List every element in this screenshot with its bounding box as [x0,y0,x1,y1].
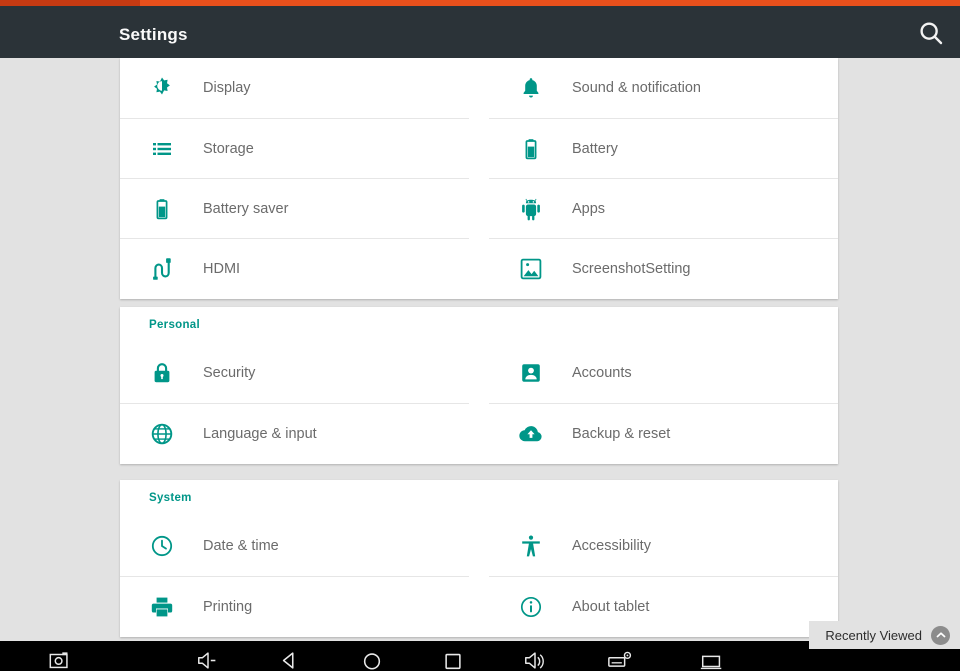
settings-row-label: Security [203,365,255,381]
settings-scroll-area[interactable]: Display Storage Battery saver HDMI Sound & n… [0,58,960,641]
printer-icon [150,595,174,619]
storage-list-icon [150,137,174,161]
battery-icon [519,137,543,161]
back-triangle-icon [279,650,301,671]
settings-row-label: HDMI [203,261,240,277]
progress-segment-right [140,0,960,6]
settings-row-label: Language & input [203,426,317,442]
bell-icon [519,76,543,100]
accessibility-icon [519,534,543,558]
settings-row-label: Date & time [203,538,279,554]
settings-card-personal: Personal Security Language & input Accounts… [120,307,838,464]
volume-down-icon [196,650,220,671]
settings-column-right: Accessibility About tablet [489,516,838,636]
globe-icon [150,422,174,446]
android-robot-icon [519,197,543,221]
page-title: Settings [119,25,188,45]
settings-row-label: Sound & notification [572,80,701,96]
settings-row-storage[interactable]: Storage [120,118,469,178]
settings-column-left: Date & time Printing [120,516,469,636]
nav-button-volume-down[interactable] [181,641,235,671]
settings-row-apps[interactable]: Apps [489,178,838,238]
nav-button-display[interactable] [685,641,739,671]
nav-button-screenshot[interactable] [33,641,87,671]
settings-column-right: Sound & notification Battery Apps Screensho… [489,58,838,298]
settings-row-label: Accessibility [572,538,651,554]
settings-row-label: Apps [572,201,605,217]
settings-row-screenshotsetting[interactable]: ScreenshotSetting [489,238,838,298]
settings-row-about-tablet[interactable]: About tablet [489,576,838,636]
settings-row-sound-notification[interactable]: Sound & notification [489,58,838,118]
nav-button-keyboard[interactable] [593,641,647,671]
settings-row-label: Battery saver [203,201,288,217]
settings-row-label: Display [203,80,251,96]
settings-row-display[interactable]: Display [120,58,469,118]
section-header-system: System [149,492,192,504]
display-monitor-icon [699,650,725,671]
settings-row-label: Accounts [572,365,632,381]
settings-row-security[interactable]: Security [120,343,469,403]
volume-up-icon [523,650,547,671]
info-circle-icon [519,595,543,619]
settings-row-label: Printing [203,599,252,615]
search-icon[interactable] [916,18,946,48]
settings-row-label: ScreenshotSetting [572,261,691,277]
battery-icon [150,197,174,221]
top-progress-bar [0,0,960,6]
nav-button-volume-up[interactable] [508,641,562,671]
settings-column-left: Display Storage Battery saver HDMI [120,58,469,298]
settings-row-date-time[interactable]: Date & time [120,516,469,576]
keyboard-settings-icon [607,650,633,671]
recents-square-icon [442,650,464,671]
settings-row-label: Battery [572,141,618,157]
settings-row-hdmi[interactable]: HDMI [120,238,469,298]
clock-icon [150,534,174,558]
settings-row-label: Storage [203,141,254,157]
left-gutter [0,58,120,641]
settings-row-label: Backup & reset [572,426,670,442]
screenshot-icon [48,650,72,671]
section-header-personal: Personal [149,319,200,331]
cloud-upload-icon [519,422,543,446]
settings-column-left: Security Language & input [120,343,469,463]
recently-viewed-label: Recently Viewed [825,628,922,643]
settings-row-backup-reset[interactable]: Backup & reset [489,403,838,463]
progress-segment-left [0,0,140,6]
recently-viewed-chip[interactable]: Recently Viewed [809,621,960,649]
image-picture-icon [519,257,543,281]
settings-row-label: About tablet [572,599,649,615]
settings-column-right: Accounts Backup & reset [489,343,838,463]
settings-row-accessibility[interactable]: Accessibility [489,516,838,576]
brightness-icon [150,76,174,100]
settings-row-language-input[interactable]: Language & input [120,403,469,463]
nav-button-back[interactable] [263,641,317,671]
settings-row-battery-saver[interactable]: Battery saver [120,178,469,238]
settings-row-printing[interactable]: Printing [120,576,469,636]
chevron-up-icon[interactable] [931,626,950,645]
settings-row-accounts[interactable]: Accounts [489,343,838,403]
nav-button-home[interactable] [345,641,399,671]
home-circle-icon [361,650,383,671]
app-bar: Settings [0,6,960,58]
nav-button-recents[interactable] [426,641,480,671]
account-person-icon [519,361,543,385]
hdmi-cable-icon [150,257,174,281]
app-root: Settings Display Storage Battery saver HDMI… [0,0,960,671]
settings-row-battery[interactable]: Battery [489,118,838,178]
settings-card-system: System Date & time Printing Accessibility Ab… [120,480,838,637]
lock-icon [150,361,174,385]
settings-card-device: Display Storage Battery saver HDMI Sound & n… [120,58,838,299]
